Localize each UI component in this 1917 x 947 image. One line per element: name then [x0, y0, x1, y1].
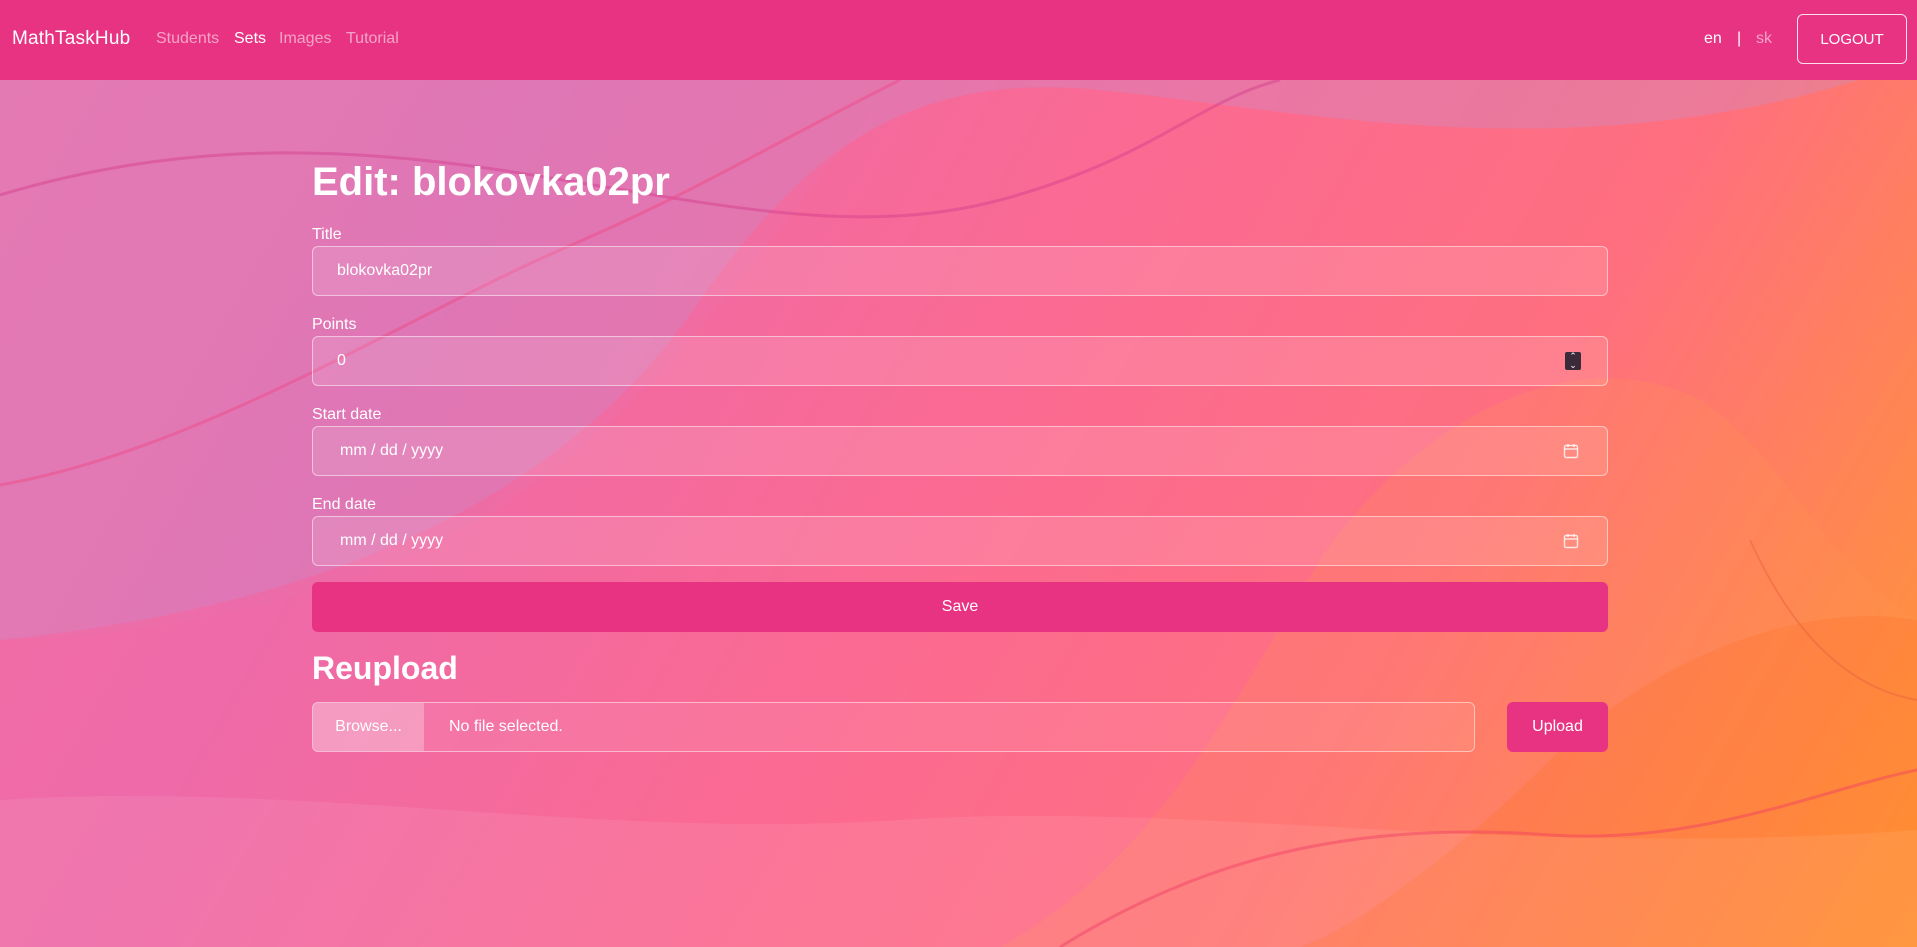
- upload-button[interactable]: Upload: [1507, 702, 1608, 752]
- nav-link-students[interactable]: Students: [156, 30, 219, 48]
- points-input[interactable]: 0 ⌃ ⌄: [312, 336, 1608, 386]
- nav-link-tutorial[interactable]: Tutorial: [346, 30, 399, 48]
- language-sk[interactable]: sk: [1756, 30, 1772, 48]
- language-en[interactable]: en: [1704, 30, 1722, 48]
- points-label: Points: [312, 316, 357, 333]
- logout-button[interactable]: LOGOUT: [1797, 14, 1907, 64]
- main-content: Edit: blokovka02pr Title blokovka02pr Po…: [0, 0, 1917, 947]
- title-input-value: blokovka02pr: [337, 262, 433, 279]
- calendar-icon[interactable]: [1563, 533, 1579, 549]
- end-date-input[interactable]: mm / dd / yyyy: [312, 516, 1608, 566]
- nav-link-sets[interactable]: Sets: [234, 30, 266, 48]
- file-input[interactable]: Browse... No file selected.: [312, 702, 1475, 752]
- save-button[interactable]: Save: [312, 582, 1608, 632]
- page-title: Edit: blokovka02pr: [312, 160, 670, 204]
- navbar: MathTaskHub Students Sets Images Tutoria…: [0, 0, 1917, 80]
- title-input[interactable]: blokovka02pr: [312, 246, 1608, 296]
- start-date-placeholder: mm / dd / yyyy: [340, 442, 444, 459]
- brand-logo[interactable]: MathTaskHub: [12, 28, 130, 50]
- end-date-label: End date: [312, 496, 377, 513]
- nav-link-images[interactable]: Images: [279, 30, 331, 48]
- number-spinner-icon[interactable]: ⌃ ⌄: [1565, 352, 1581, 370]
- browse-button[interactable]: Browse...: [313, 703, 424, 751]
- start-date-label: Start date: [312, 406, 382, 423]
- language-separator: |: [1737, 30, 1742, 47]
- end-date-placeholder: mm / dd / yyyy: [340, 532, 444, 549]
- calendar-icon[interactable]: [1563, 443, 1579, 459]
- start-date-input[interactable]: mm / dd / yyyy: [312, 426, 1608, 476]
- title-label: Title: [312, 226, 342, 243]
- points-input-value: 0: [337, 352, 346, 369]
- reupload-title: Reupload: [312, 650, 458, 686]
- file-status-text: No file selected.: [449, 718, 563, 735]
